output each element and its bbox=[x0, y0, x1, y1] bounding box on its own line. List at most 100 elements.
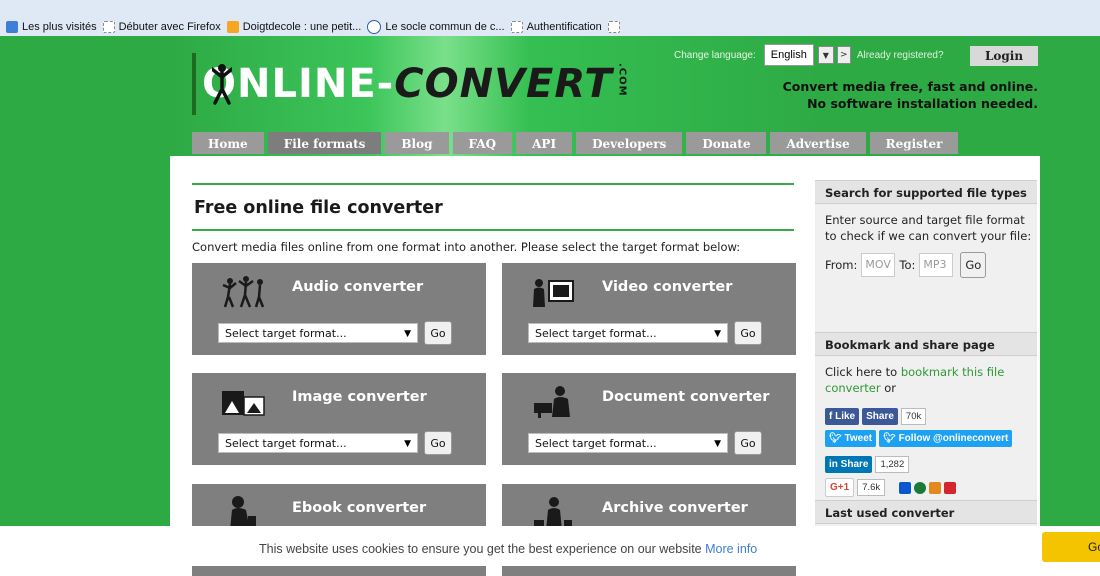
nav-file-formats[interactable]: File formats bbox=[267, 132, 382, 154]
converter-title: Image converter bbox=[292, 389, 427, 405]
chevron-down-icon: ▼ bbox=[404, 329, 411, 339]
bookmark-pre-text: Click here to bbox=[825, 365, 901, 379]
bookmark-most-visited[interactable]: Les plus visités bbox=[6, 20, 97, 33]
nav-advertise[interactable]: Advertise bbox=[770, 132, 866, 154]
converter-title: Video converter bbox=[602, 279, 733, 295]
from-label: From: bbox=[825, 258, 858, 272]
bookmark-doigtdecole[interactable]: Doigtdecole : une petit... bbox=[226, 20, 362, 33]
tweet-button[interactable]: 🐦︎ Tweet bbox=[825, 430, 877, 447]
chevron-down-icon[interactable]: ▼ bbox=[817, 46, 834, 64]
follow-button[interactable]: 🐦︎ Follow @onlineconvert bbox=[879, 430, 1013, 447]
linkedin-share-button[interactable]: in Share bbox=[825, 456, 873, 473]
main-nav: Home File formats Blog FAQ API Developer… bbox=[192, 132, 962, 154]
browser-top-strip bbox=[0, 0, 1100, 17]
target-format-select[interactable]: Select target format... ▼ bbox=[528, 323, 728, 343]
from-input[interactable]: MOV bbox=[861, 253, 896, 277]
dashed-page-icon bbox=[510, 20, 523, 33]
archive-icon bbox=[534, 497, 572, 530]
nav-api[interactable]: API bbox=[516, 132, 573, 154]
chevron-down-icon: ▼ bbox=[714, 439, 721, 449]
already-registered-label: Already registered? bbox=[856, 49, 944, 61]
bookmark-label: Authentification bbox=[526, 20, 602, 33]
document-converter-box: Document converter Select target format.… bbox=[502, 373, 796, 465]
stumbleupon-icon[interactable] bbox=[914, 481, 927, 494]
login-button[interactable]: Login bbox=[970, 46, 1038, 66]
go-button[interactable]: Go bbox=[424, 321, 452, 345]
tagline: Convert media free, fast and online. No … bbox=[783, 78, 1038, 112]
jumping-person-icon bbox=[192, 53, 232, 115]
chevron-down-icon: ▼ bbox=[714, 329, 721, 339]
linkedin-row: in Share 1,282 bbox=[825, 456, 915, 473]
cookie-message: This website uses cookies to ensure you … bbox=[259, 542, 706, 556]
language-go-button[interactable]: > bbox=[836, 46, 851, 64]
content-panel: Free online file converter Convert media… bbox=[170, 156, 1040, 576]
converter-title: Archive converter bbox=[602, 500, 748, 516]
to-label: To: bbox=[899, 258, 916, 272]
converter-title: Ebook converter bbox=[292, 500, 427, 516]
logo-com: .COM bbox=[616, 63, 628, 97]
delicious-icon[interactable] bbox=[899, 481, 912, 494]
search-go-button[interactable]: Go bbox=[960, 252, 987, 278]
cookie-banner: This website uses cookies to ensure you … bbox=[0, 526, 1100, 566]
bookmark-label: Les plus visités bbox=[22, 20, 97, 33]
image-converter-box: Image converter Select target format... ▼… bbox=[192, 373, 486, 465]
target-format-select[interactable]: Select target format... ▼ bbox=[218, 433, 418, 453]
change-language-label: Change language: bbox=[674, 49, 756, 61]
page-background: ONLINE- CONVERT .COM Change language: En… bbox=[0, 36, 1100, 576]
converter-title: Audio converter bbox=[292, 279, 424, 295]
bookmark-post-text: or bbox=[880, 381, 896, 395]
nav-blog[interactable]: Blog bbox=[385, 132, 449, 154]
rss-icon bbox=[226, 20, 239, 33]
go-button[interactable]: Go bbox=[424, 431, 452, 455]
go-button[interactable]: Go bbox=[734, 431, 762, 455]
nav-faq[interactable]: FAQ bbox=[452, 132, 513, 154]
dashed-page-icon bbox=[607, 20, 620, 33]
dashed-page-icon bbox=[102, 20, 115, 33]
tagline-line-1: Convert media free, fast and online. bbox=[782, 79, 1038, 94]
search-row: From: MOV To: MP3 Go bbox=[825, 252, 987, 278]
facebook-like-button[interactable]: f Like bbox=[825, 408, 860, 425]
myspace-icon[interactable] bbox=[929, 481, 942, 494]
facebook-row: f Like Share 70k bbox=[825, 408, 932, 425]
circle-e-icon bbox=[367, 19, 382, 34]
twitter-icon: 🐦︎ bbox=[829, 433, 845, 444]
to-input[interactable]: MP3 bbox=[919, 253, 954, 277]
weibo-icon[interactable] bbox=[944, 481, 957, 494]
bookmark-label: Doigtdecole : une petit... bbox=[242, 20, 362, 33]
target-format-select[interactable]: Select target format... ▼ bbox=[218, 323, 418, 343]
audio-converter-box: Audio converter Select target format... ▼… bbox=[192, 263, 486, 355]
logo-convert: CONVERT bbox=[394, 61, 613, 107]
chevron-down-icon: ▼ bbox=[404, 439, 411, 449]
bookmark-label: Débuter avec Firefox bbox=[118, 20, 221, 33]
video-converter-box: Video converter Select target format... ▼… bbox=[502, 263, 796, 355]
twitter-row: 🐦︎ Tweet 🐦︎ Follow @onlineconvert bbox=[825, 430, 1015, 447]
image-frames-icon bbox=[222, 391, 265, 416]
nav-register[interactable]: Register bbox=[869, 132, 959, 154]
search-section-heading: Search for supported file types bbox=[815, 180, 1037, 204]
bookmark-authentification[interactable]: Authentification bbox=[510, 20, 602, 33]
facebook-share-button[interactable]: Share bbox=[862, 408, 898, 425]
nav-developers[interactable]: Developers bbox=[576, 132, 683, 154]
bookmark-empty[interactable] bbox=[607, 20, 624, 33]
logo-text: ONLINE- CONVERT .COM bbox=[202, 61, 628, 107]
go-button[interactable]: Go bbox=[734, 321, 762, 345]
more-info-link[interactable]: More info bbox=[705, 542, 757, 556]
divider bbox=[192, 229, 794, 231]
converter-title: Document converter bbox=[602, 389, 770, 405]
nav-donate[interactable]: Donate bbox=[686, 132, 767, 154]
nav-home[interactable]: Home bbox=[192, 132, 264, 154]
target-format-select[interactable]: Select target format... ▼ bbox=[528, 433, 728, 453]
cookie-accept-button[interactable]: Go bbox=[1042, 532, 1100, 562]
video-screen-icon bbox=[533, 279, 574, 307]
google-plus-button[interactable]: G+1 bbox=[825, 478, 855, 497]
bookmark-firefox[interactable]: Débuter avec Firefox bbox=[102, 20, 221, 33]
document-desk-icon bbox=[534, 386, 570, 418]
sidebar: Search for supported file types Enter so… bbox=[815, 180, 1037, 526]
site-logo[interactable]: ONLINE- CONVERT .COM bbox=[192, 53, 628, 115]
intro-text: Convert media files online from one form… bbox=[192, 240, 741, 254]
bookmark-socle[interactable]: Le socle commun de c... bbox=[367, 19, 505, 34]
dancers-icon bbox=[222, 276, 265, 308]
language-select[interactable]: English bbox=[763, 44, 814, 66]
misc-share-row: G+1 7.6k bbox=[825, 478, 959, 497]
search-description: Enter source and target file format to c… bbox=[825, 213, 1032, 243]
